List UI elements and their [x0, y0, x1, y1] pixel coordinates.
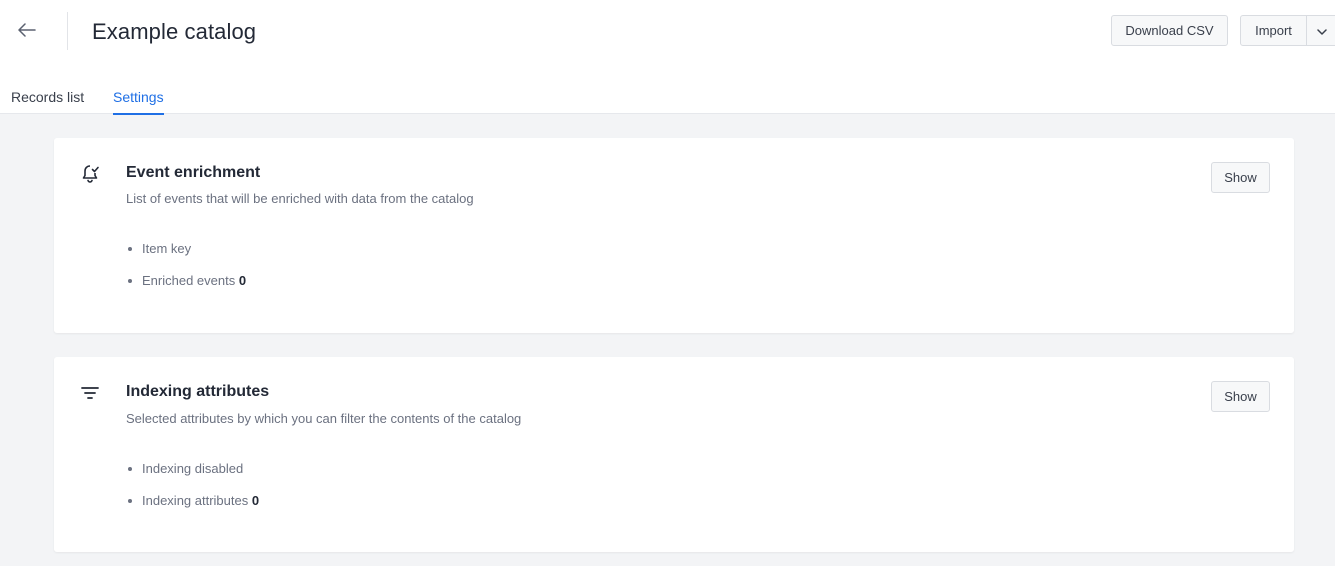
chevron-down-icon — [1317, 22, 1327, 40]
list-item: Indexing attributes 0 — [126, 493, 259, 525]
tab-records-list[interactable]: Records list — [11, 89, 84, 113]
import-dropdown-toggle[interactable] — [1307, 16, 1335, 45]
card-description: Selected attributes by which you can fil… — [126, 411, 522, 426]
enriched-events-count: 0 — [238, 273, 247, 288]
show-event-enrichment-button[interactable]: Show — [1211, 162, 1270, 193]
bell-check-icon — [78, 162, 102, 186]
back-button[interactable] — [10, 16, 44, 48]
list-item: Indexing disabled — [126, 461, 259, 493]
header-divider — [67, 12, 68, 50]
top-bar: Example catalog Download CSV Import Reco… — [0, 0, 1335, 115]
arrow-left-icon — [18, 22, 36, 42]
card-title: Indexing attributes — [126, 383, 270, 400]
event-enrichment-card: Event enrichment List of events that wil… — [54, 138, 1294, 333]
tab-settings[interactable]: Settings — [113, 89, 164, 115]
card-description: List of events that will be enriched wit… — [126, 191, 474, 206]
card-title: Event enrichment — [126, 164, 261, 181]
page-title: Example catalog — [92, 19, 257, 44]
indexing-attributes-count: 0 — [251, 493, 260, 508]
show-indexing-attributes-button[interactable]: Show — [1211, 381, 1270, 412]
indexing-attributes-card: Indexing attributes Selected attributes … — [54, 357, 1294, 552]
indexing-attributes-list: Indexing disabled Indexing attributes 0 — [126, 461, 259, 525]
event-enrichment-list: Item key Enriched events 0 — [126, 241, 246, 305]
import-button[interactable]: Import — [1241, 16, 1307, 45]
list-item: Item key — [126, 241, 246, 273]
filter-icon — [78, 381, 102, 405]
download-csv-button[interactable]: Download CSV — [1111, 15, 1228, 46]
list-item: Enriched events 0 — [126, 273, 246, 305]
import-split-button: Import — [1240, 15, 1335, 46]
